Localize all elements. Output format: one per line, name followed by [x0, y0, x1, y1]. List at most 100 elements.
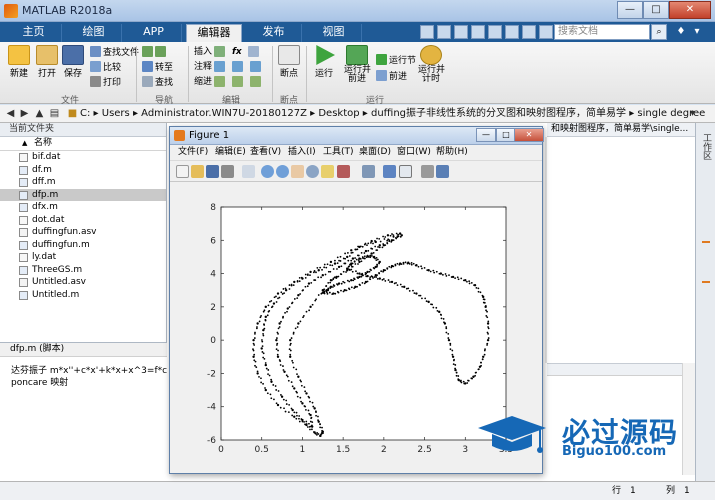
path-segment[interactable]: Users: [102, 108, 130, 119]
run-section-button[interactable]: 运行节: [376, 54, 416, 67]
file-row[interactable]: dfp.m: [0, 188, 166, 201]
cut-quick-icon[interactable]: [437, 25, 451, 39]
hide-plot-tools-icon[interactable]: [421, 165, 434, 178]
search-icon[interactable]: ⌕: [651, 24, 667, 40]
file-row[interactable]: dot.dat: [0, 214, 166, 227]
file-row[interactable]: bif.dat: [0, 151, 166, 164]
brush-icon[interactable]: [337, 165, 350, 178]
tab-apps[interactable]: APP: [126, 24, 182, 42]
file-row[interactable]: df.m: [0, 164, 166, 177]
run-advance-button[interactable]: 运行并 前进: [344, 45, 371, 84]
forward-arrow-icon[interactable]: ▶: [18, 107, 31, 120]
increase-indent-icon[interactable]: [232, 76, 245, 89]
show-plot-tools-icon[interactable]: [436, 165, 449, 178]
file-row[interactable]: duffingfun.asv: [0, 226, 166, 239]
run-and-time-button[interactable]: 运行并 计时: [418, 45, 445, 84]
path-dropdown-icon[interactable]: ▾: [686, 107, 699, 120]
rotate-3d-icon[interactable]: [306, 165, 319, 178]
path-segment[interactable]: C:: [80, 108, 90, 119]
open-file-icon[interactable]: [191, 165, 204, 178]
decrease-indent-icon[interactable]: [250, 76, 263, 89]
menu-window[interactable]: 窗口(W): [397, 146, 431, 159]
wrap-comment-icon[interactable]: [250, 61, 263, 74]
menu-help[interactable]: 帮助(H): [436, 146, 468, 159]
insert-legend-icon[interactable]: [399, 165, 412, 178]
tab-home[interactable]: 主页: [6, 24, 62, 42]
copy-quick-icon[interactable]: [454, 25, 468, 39]
zoom-in-icon[interactable]: [261, 165, 274, 178]
up-folder-icon[interactable]: ▲: [33, 107, 46, 120]
search-docs-input[interactable]: 搜索文档: [554, 24, 650, 40]
print-button[interactable]: 打印: [90, 76, 121, 89]
file-row[interactable]: ThreeGS.m: [0, 264, 166, 277]
file-row[interactable]: dfx.m: [0, 201, 166, 214]
file-row[interactable]: ly.dat: [0, 251, 166, 264]
tab-editor[interactable]: 编辑器: [186, 24, 242, 42]
menu-desktop[interactable]: 桌面(D): [359, 146, 391, 159]
maximize-button[interactable]: □: [643, 1, 669, 19]
path-segment[interactable]: Desktop: [318, 108, 359, 119]
uncomment-icon[interactable]: [232, 61, 245, 74]
figure-maximize-button[interactable]: □: [496, 128, 516, 142]
editor-tab[interactable]: 和映射图程序，简单易学\single...: [547, 123, 695, 137]
goto-button[interactable]: 转至: [142, 61, 173, 74]
tab-publish[interactable]: 发布: [246, 24, 302, 42]
workspace-sidebar[interactable]: 工作区: [695, 123, 715, 490]
smart-indent-icon[interactable]: [214, 76, 227, 89]
name-column-header[interactable]: ▲ 名称: [0, 137, 166, 151]
breakpoints-button[interactable]: 断点: [278, 45, 300, 79]
file-row[interactable]: Untitled.m: [0, 289, 166, 302]
switch-windows-quick-icon[interactable]: [522, 25, 536, 39]
path-segment[interactable]: duffing振子非线性系统的分叉图和映射图程序，简单易学: [371, 108, 626, 119]
paste-quick-icon[interactable]: [471, 25, 485, 39]
fx-button[interactable]: fx: [232, 46, 242, 59]
menu-tools[interactable]: 工具(T): [323, 146, 354, 159]
undo-quick-icon[interactable]: [488, 25, 502, 39]
indent-button[interactable]: 缩进: [194, 76, 212, 89]
expand-toolstrip-icon[interactable]: ▾: [690, 25, 704, 39]
browse-folder-icon[interactable]: ▤: [48, 107, 61, 120]
figure-minimize-button[interactable]: —: [476, 128, 496, 142]
close-button[interactable]: ✕: [669, 1, 711, 19]
path-segment[interactable]: Administrator.WIN7U-20180127Z: [141, 108, 307, 119]
pan-hand-icon[interactable]: [291, 165, 304, 178]
save-figure-icon[interactable]: [206, 165, 219, 178]
help-quick-icon[interactable]: [539, 25, 553, 39]
data-cursor-icon[interactable]: [321, 165, 334, 178]
find-button[interactable]: 查找: [142, 76, 173, 89]
file-row[interactable]: duffingfun.m: [0, 239, 166, 252]
menu-view[interactable]: 查看(V): [250, 146, 281, 159]
menu-file[interactable]: 文件(F): [178, 146, 208, 159]
save-quick-icon[interactable]: [420, 25, 434, 39]
insert-colorbar-icon[interactable]: [383, 165, 396, 178]
nav-back-forward[interactable]: [142, 46, 168, 59]
menu-insert[interactable]: 插入(I): [288, 146, 316, 159]
insert-section-icon[interactable]: [214, 46, 227, 59]
back-arrow-icon[interactable]: ◀: [4, 107, 17, 120]
edit-plot-icon[interactable]: [242, 165, 255, 178]
file-row[interactable]: dff.m: [0, 176, 166, 189]
figure-title-bar[interactable]: Figure 1 — □ ✕: [170, 127, 544, 145]
open-button[interactable]: 打开: [36, 45, 58, 79]
tab-view[interactable]: 视图: [306, 24, 362, 42]
insert-more-icon[interactable]: [248, 46, 261, 59]
current-path[interactable]: C: ▸ Users ▸ Administrator.WIN7U-2018012…: [80, 107, 705, 121]
file-row[interactable]: Untitled.asv: [0, 276, 166, 289]
new-figure-icon[interactable]: [176, 165, 189, 178]
zoom-out-icon[interactable]: [276, 165, 289, 178]
advance-button[interactable]: 前进: [376, 70, 407, 83]
menu-edit[interactable]: 编辑(E): [215, 146, 246, 159]
redo-quick-icon[interactable]: [505, 25, 519, 39]
figure-close-button[interactable]: ✕: [514, 128, 544, 142]
save-button[interactable]: 保存: [62, 45, 84, 79]
print-figure-icon[interactable]: [221, 165, 234, 178]
notification-icon[interactable]: ♦: [674, 25, 688, 39]
insert-button[interactable]: 插入: [194, 46, 212, 59]
comment-button[interactable]: 注释: [194, 61, 212, 74]
minimize-button[interactable]: —: [617, 1, 643, 19]
link-plot-icon[interactable]: [362, 165, 375, 178]
find-files-button[interactable]: 查找文件: [90, 46, 139, 59]
compare-button[interactable]: 比较: [90, 61, 121, 74]
run-button[interactable]: 运行: [313, 45, 335, 79]
comment-percent-icon[interactable]: [214, 61, 227, 74]
